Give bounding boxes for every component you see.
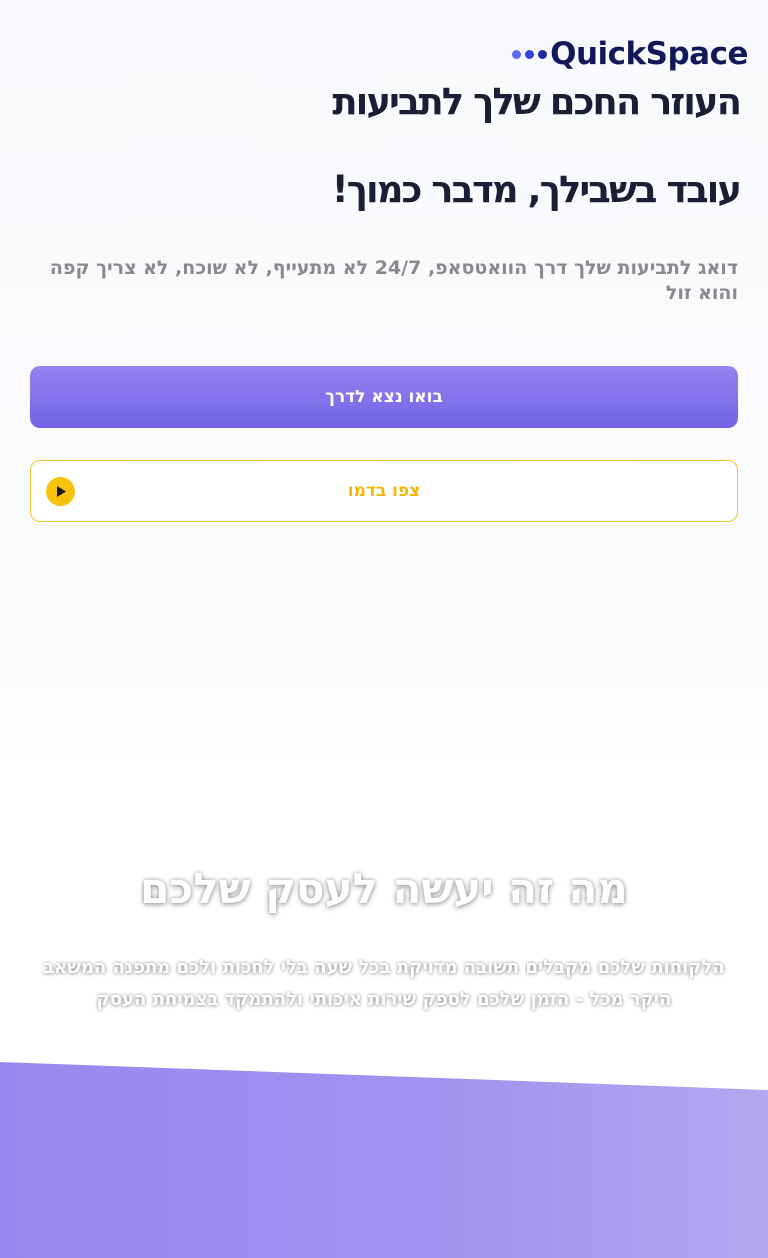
logo-dots-icon [512, 49, 548, 59]
logo-dot [538, 49, 548, 59]
logo-dot [512, 49, 522, 59]
watch-demo-button[interactable]: צפו בדמו [30, 460, 738, 522]
hero-headline-line1: העוזר החכם שלך לתביעות [332, 80, 742, 123]
hero-subtitle: דואג לתביעות שלך דרך הוואטסאפ, 24/7 לא מ… [49, 257, 738, 304]
get-started-button[interactable]: בואו נצא לדרך [30, 366, 738, 428]
logo-dot [525, 49, 535, 59]
benefits-title: מה זה יעשה לעסק שלכם [140, 864, 628, 913]
play-icon [46, 477, 75, 506]
hero-headline-line2: עובד בשבילך, מדבר כמוך! [331, 168, 742, 211]
watch-demo-label: צפו בדמו [347, 481, 421, 501]
bottom-gradient-band [0, 1062, 768, 1258]
benefits-description: הלקוחות שלכם מקבלים תשובה מדויקת בכל שעה… [43, 957, 725, 1010]
logo-text: QuickSpace [550, 36, 748, 72]
quickspace-logo[interactable]: QuickSpace [512, 34, 748, 74]
hero-section: QuickSpace העוזר החכם שלך לתביעות עובד ב… [0, 0, 768, 758]
